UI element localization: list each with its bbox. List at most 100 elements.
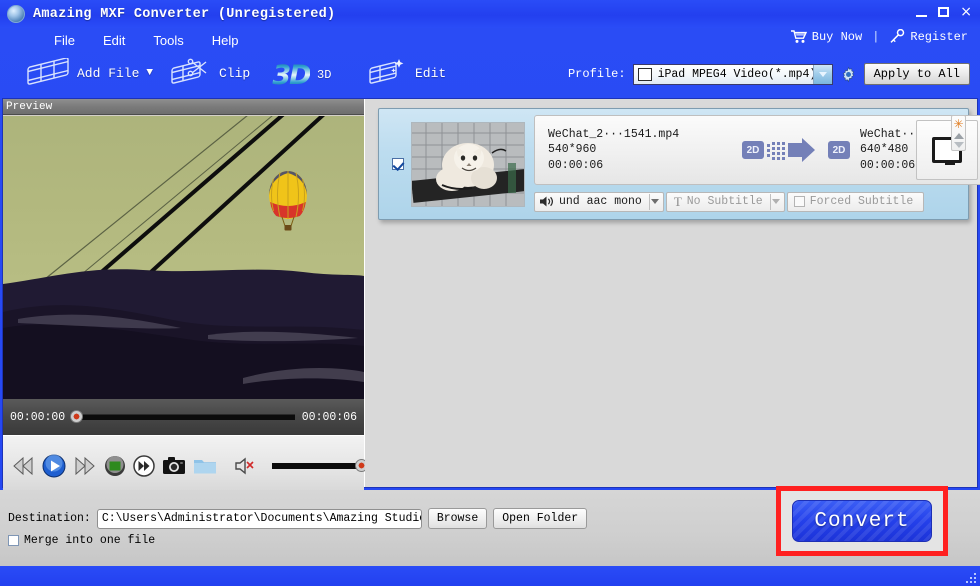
play-icon[interactable] xyxy=(42,454,66,478)
file-item-tools: ✳ xyxy=(951,115,966,151)
seek-handle[interactable] xyxy=(70,410,84,423)
file-card-body: WeChat_2···1541.mp4 540*960 00:00:06 2D xyxy=(534,115,980,213)
menu-item-help[interactable]: Help xyxy=(198,31,253,50)
maximize-button[interactable] xyxy=(938,7,950,17)
three-d-button[interactable]: 3D 3D xyxy=(272,58,331,92)
audio-track-value: und aac mono xyxy=(559,195,642,208)
file-thumbnail[interactable] xyxy=(411,121,525,207)
fast-forward-icon[interactable] xyxy=(73,454,97,478)
destination-input[interactable]: C:\Users\Administrator\Documents\Amazing… xyxy=(96,508,422,529)
monitor-preview-icon[interactable] xyxy=(916,120,978,180)
merge-row: Merge into one file xyxy=(8,534,155,547)
convert-arrow-icon: 2D 2D xyxy=(742,137,850,163)
file-select-checkbox[interactable] xyxy=(392,158,404,170)
convert-highlight-frame: Convert xyxy=(776,486,948,556)
track-options-row: und aac mono T No Subtitle Forced Subtit… xyxy=(534,191,980,212)
speaker-icon xyxy=(540,196,553,207)
video-scene xyxy=(3,116,364,399)
menu-item-file[interactable]: File xyxy=(40,31,89,50)
source-file-info: WeChat_2···1541.mp4 540*960 00:00:06 xyxy=(548,127,740,174)
seek-track xyxy=(72,414,295,420)
merge-checkbox[interactable] xyxy=(8,535,19,546)
audio-track-select[interactable]: und aac mono xyxy=(534,191,664,212)
chevron-down-icon[interactable] xyxy=(812,64,832,84)
source-duration: 00:00:06 xyxy=(548,158,604,172)
combo-divider xyxy=(769,193,771,210)
destination-row: Destination: C:\Users\Administrator\Docu… xyxy=(8,508,588,529)
buy-now-label: Buy Now xyxy=(811,29,863,44)
key-icon xyxy=(890,29,905,43)
remove-x-icon[interactable]: ✳ xyxy=(953,118,963,130)
seek-slider[interactable] xyxy=(70,410,295,423)
edit-label: Edit xyxy=(415,65,447,81)
register-link[interactable]: Register xyxy=(889,29,968,44)
forced-subtitle-option[interactable]: Forced Subtitle xyxy=(786,191,925,212)
clip-label: Clip xyxy=(219,65,251,81)
chevron-down-icon[interactable] xyxy=(771,199,780,204)
source-dimension-tag: 2D xyxy=(742,141,764,159)
merge-label: Merge into one file xyxy=(24,534,156,547)
close-button[interactable]: × xyxy=(960,5,972,19)
status-bar xyxy=(0,566,980,586)
application-window: Amazing MXF Converter (Unregistered) × F… xyxy=(0,0,980,586)
rewind-icon[interactable] xyxy=(11,454,35,478)
window-title: Amazing MXF Converter (Unregistered) xyxy=(33,6,336,22)
source-filename: WeChat_2···1541.mp4 xyxy=(548,127,680,141)
title-bar: Amazing MXF Converter (Unregistered) × xyxy=(0,0,980,28)
resize-grip-icon[interactable] xyxy=(965,572,977,584)
subtitle-value: No Subtitle xyxy=(686,195,763,208)
profile-bar: Profile: iPad MPEG4 Video(*.mp4) Apply t… xyxy=(568,63,970,85)
menu-item-tools[interactable]: Tools xyxy=(139,31,197,50)
window-controls: × xyxy=(916,5,972,19)
video-area: 00:00:00 00:00:06 xyxy=(3,116,368,496)
next-frame-icon[interactable] xyxy=(133,455,155,477)
three-d-label: 3D xyxy=(317,68,332,82)
player-controls xyxy=(3,435,368,496)
browse-button[interactable]: Browse xyxy=(427,508,488,529)
file-list-item[interactable]: WeChat_2···1541.mp4 540*960 00:00:06 2D xyxy=(378,108,980,220)
forced-subtitle-checkbox[interactable] xyxy=(793,196,805,207)
open-folder-button[interactable]: Open Folder xyxy=(493,508,588,529)
folder-icon[interactable] xyxy=(193,456,217,476)
gear-icon[interactable] xyxy=(840,66,857,83)
subtitle-select[interactable]: T No Subtitle xyxy=(665,191,785,212)
forced-subtitle-label: Forced Subtitle xyxy=(809,195,914,208)
combo-divider xyxy=(648,193,650,210)
profile-select[interactable]: iPad MPEG4 Video(*.mp4) xyxy=(632,63,833,85)
3d-cube-icon: 3D xyxy=(272,59,311,91)
camera-icon[interactable] xyxy=(162,456,186,476)
destination-label: Destination: xyxy=(8,512,91,525)
add-file-caret-icon[interactable]: ▼ xyxy=(146,67,153,79)
clip-scissors-icon xyxy=(171,58,207,84)
minimize-button[interactable] xyxy=(916,15,928,17)
buy-now-link[interactable]: Buy Now xyxy=(790,29,862,44)
video-display[interactable] xyxy=(3,116,364,399)
stop-icon[interactable] xyxy=(104,455,126,477)
main-content-area: Preview 00:00:00 00:00:06 WeChat_2···154… xyxy=(2,98,980,496)
total-time: 00:00:06 xyxy=(301,410,357,424)
cat-thumbnail-image xyxy=(412,122,524,206)
volume-track xyxy=(272,463,364,469)
arrow-right-icon xyxy=(767,138,815,162)
convert-button[interactable]: Convert xyxy=(792,500,932,542)
file-select-cell xyxy=(385,115,411,213)
preview-panel: Preview 00:00:00 00:00:06 xyxy=(3,99,368,496)
menu-item-edit[interactable]: Edit xyxy=(89,31,139,50)
source-resolution: 540*960 xyxy=(548,143,597,157)
app-logo-icon xyxy=(7,5,25,23)
add-file-button[interactable]: Add File ▼ xyxy=(26,58,153,88)
speaker-muted-icon[interactable] xyxy=(234,456,256,476)
chevron-down-icon[interactable] xyxy=(650,199,659,204)
account-separator: | xyxy=(872,29,880,44)
apply-to-all-button[interactable]: Apply to All xyxy=(863,63,970,85)
move-down-icon[interactable] xyxy=(953,142,964,148)
move-up-icon[interactable] xyxy=(953,133,964,139)
current-time: 00:00:00 xyxy=(10,410,66,424)
subtitle-T-icon: T xyxy=(673,193,682,209)
account-links: Buy Now | Register xyxy=(790,29,968,44)
target-dimension-tag: 2D xyxy=(828,141,850,159)
hot-air-balloon-icon xyxy=(269,171,307,231)
volume-slider[interactable] xyxy=(272,459,368,472)
clip-button[interactable]: Clip xyxy=(170,58,250,88)
edit-button[interactable]: Edit xyxy=(368,58,446,88)
